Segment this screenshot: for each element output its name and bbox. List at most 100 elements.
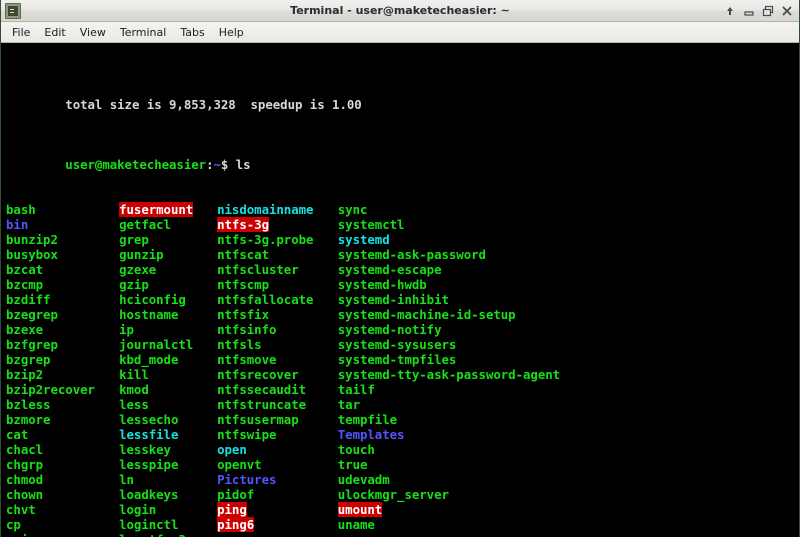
- ls-row: bash fusermount nisdomainname sync: [6, 202, 796, 217]
- ls-entry: open: [217, 442, 247, 457]
- ls-entry: ntfsls: [217, 337, 262, 352]
- ls-entry: lessecho: [119, 412, 179, 427]
- prompt-separator: :: [206, 157, 214, 172]
- ls-row: cat lessfile ntfswipe Templates: [6, 427, 796, 442]
- ls-entry: lesskey: [119, 442, 171, 457]
- ls-entry: bin: [6, 217, 29, 232]
- menu-item-edit[interactable]: Edit: [37, 24, 72, 41]
- ls-entry: bzcmp: [6, 277, 44, 292]
- ls-entry: bzless: [6, 397, 51, 412]
- shade-button[interactable]: [724, 5, 736, 17]
- prompt-line: user@maketecheasier:~$ ls: [6, 142, 796, 172]
- ls-row: chown loadkeys pidof ulockmgr_server: [6, 487, 796, 502]
- ls-entry: getfacl: [119, 217, 171, 232]
- menu-item-tabs[interactable]: Tabs: [173, 24, 211, 41]
- ls-entry: bzdiff: [6, 292, 51, 307]
- ls-row: chvt login ping umount: [6, 502, 796, 517]
- ls-entry: gunzip: [119, 247, 164, 262]
- ls-entry: ntfswipe: [217, 427, 277, 442]
- ls-entry: tempfile: [337, 412, 398, 427]
- ls-entry: bzfgrep: [6, 337, 58, 352]
- ls-entry: systemd-sysusers: [337, 337, 457, 352]
- terminal-window: Terminal - user@maketecheasier: ~ File E…: [0, 0, 800, 537]
- ls-entry: less: [119, 397, 149, 412]
- ls-entry: sync: [337, 202, 368, 217]
- ls-entry: true: [337, 457, 368, 472]
- menu-item-help[interactable]: Help: [212, 24, 251, 41]
- ls-entry: Templates: [337, 427, 405, 442]
- menu-item-view[interactable]: View: [73, 24, 113, 41]
- close-button[interactable]: [781, 5, 793, 17]
- ls-entry: ntfsinfo: [217, 322, 277, 337]
- ls-entry: kill: [119, 367, 149, 382]
- ls-row: chgrp lesspipe openvt true: [6, 457, 796, 472]
- ls-entry: nisdomainname: [217, 202, 314, 217]
- terminal-icon: [5, 2, 21, 19]
- ls-entry: fusermount: [119, 202, 194, 217]
- ls-entry: udevadm: [337, 472, 390, 487]
- ls-entry: pidof: [217, 487, 255, 502]
- ls-entry: bzip2: [6, 367, 44, 382]
- ls-entry: cp: [6, 517, 21, 532]
- ls-entry: ip: [119, 322, 134, 337]
- minimize-button[interactable]: [743, 5, 755, 17]
- ls-entry: bzexe: [6, 322, 44, 337]
- ls-row: bzdiff hciconfig ntfsfallocate systemd-inhi…: [6, 292, 796, 307]
- menu-item-terminal[interactable]: Terminal: [113, 24, 174, 41]
- scrollback-line: total size is 9,853,328 speedup is 1.00: [6, 82, 796, 112]
- ls-entry: systemctl: [337, 217, 405, 232]
- ls-entry: ntfsfallocate: [217, 292, 314, 307]
- ls-row: bzless less ntfstruncate tar: [6, 397, 796, 412]
- ls-entry: ntfsfix: [217, 307, 269, 322]
- ls-entry: loginctl: [119, 517, 179, 532]
- ls-entry: ntfscmp: [217, 277, 269, 292]
- ls-row: bunzip2 grep ntfs-3g.probe systemd: [6, 232, 796, 247]
- ls-entry: systemd-escape: [337, 262, 442, 277]
- scrollback-text: total size is 9,853,328 speedup is 1.00: [65, 97, 362, 112]
- ls-row: busybox gunzip ntfscat systemd-ask-password: [6, 247, 796, 262]
- window-controls: [724, 0, 797, 22]
- ls-entry: lowntfs-3g: [119, 532, 193, 537]
- ls-entry: ln: [119, 472, 134, 487]
- ls-entry: bzgrep: [6, 352, 51, 367]
- ls-entry: login: [119, 502, 157, 517]
- ls-output-rows: bash fusermount nisdomainname sync bin getfac…: [6, 202, 796, 537]
- ls-row: cpio lowntfs-3g ps uncompress: [6, 532, 796, 537]
- ls-row: bzegrep hostname ntfsfix systemd-machine-id…: [6, 307, 796, 322]
- ls-entry: chacl: [6, 442, 44, 457]
- ls-entry: loadkeys: [119, 487, 179, 502]
- ls-row: bzcmp gzip ntfscmp systemd-hwdb: [6, 277, 796, 292]
- ls-entry: lesspipe: [119, 457, 179, 472]
- terminal-output: total size is 9,853,328 speedup is 1.00 …: [6, 43, 796, 537]
- ls-entry: kmod: [119, 382, 149, 397]
- ls-entry: ntfstruncate: [217, 397, 307, 412]
- ls-entry: ulockmgr_server: [337, 487, 449, 502]
- prompt-user: user@maketecheasier: [65, 157, 207, 172]
- ls-entry: chgrp: [6, 457, 44, 472]
- ls-entry: openvt: [217, 457, 262, 472]
- ls-entry: bzip2recover: [6, 382, 95, 397]
- prompt-path: ~: [213, 157, 221, 172]
- ls-row: bzfgrep journalctl ntfsls systemd-sysusers: [6, 337, 796, 352]
- title-bar[interactable]: Terminal - user@maketecheasier: ~: [1, 0, 799, 22]
- ls-entry: cpio: [6, 532, 36, 537]
- ls-entry: bzcat: [6, 262, 44, 277]
- ls-entry: systemd: [337, 232, 390, 247]
- ls-entry: ntfscluster: [217, 262, 299, 277]
- ls-entry: systemd-machine-id-setup: [337, 307, 516, 322]
- ls-entry: ps: [217, 532, 232, 537]
- maximize-button[interactable]: [762, 5, 774, 17]
- ls-entry: lessfile: [119, 427, 179, 442]
- terminal-screen[interactable]: total size is 9,853,328 speedup is 1.00 …: [1, 43, 799, 537]
- ls-row: bzgrep kbd_mode ntfsmove systemd-tmpfiles: [6, 352, 796, 367]
- ls-entry: ntfsusermap: [217, 412, 299, 427]
- ls-entry: chmod: [6, 472, 44, 487]
- ls-row: bin getfacl ntfs-3g systemctl: [6, 217, 796, 232]
- command-text: ls: [235, 157, 251, 172]
- ls-row: bzmore lessecho ntfsusermap tempfile: [6, 412, 796, 427]
- ls-entry: grep: [119, 232, 149, 247]
- ls-entry: hostname: [119, 307, 179, 322]
- ls-entry: systemd-notify: [337, 322, 442, 337]
- menu-item-file[interactable]: File: [5, 24, 37, 41]
- ls-entry: bash: [6, 202, 36, 217]
